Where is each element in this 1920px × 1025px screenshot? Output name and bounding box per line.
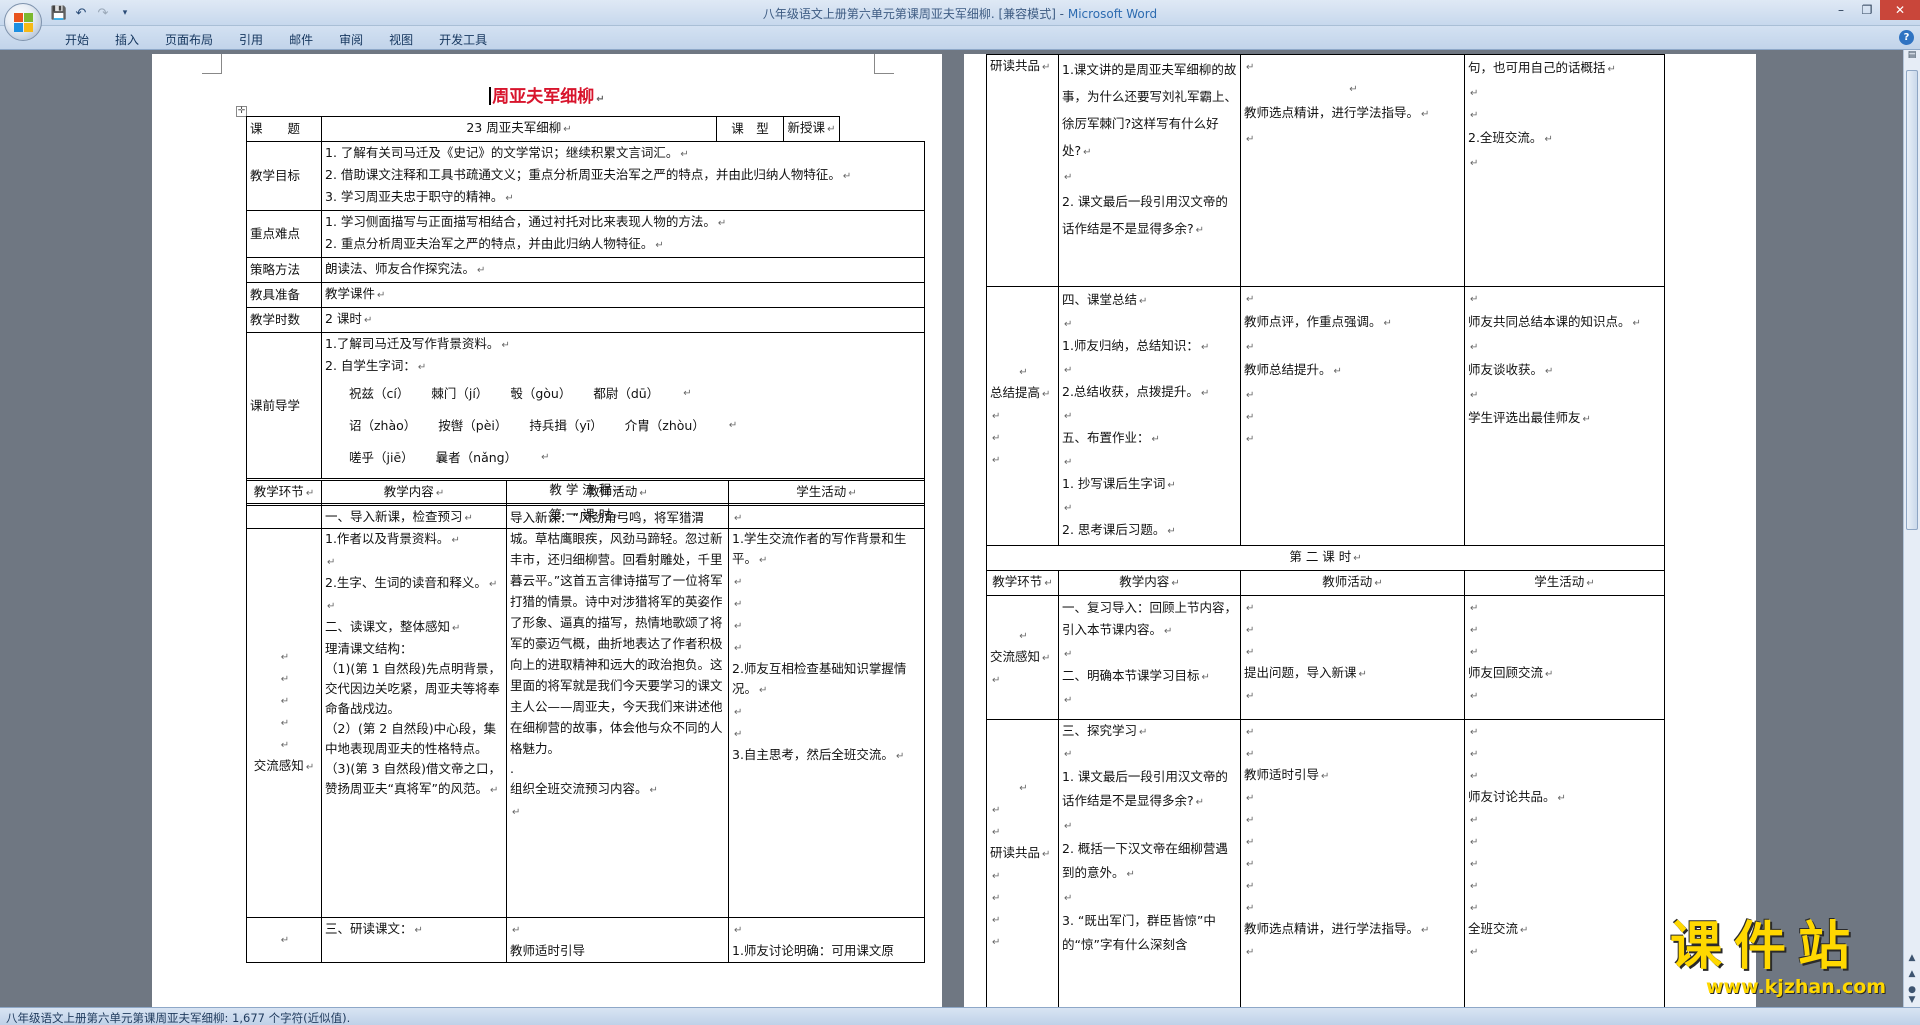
tab-insert[interactable]: 插入 bbox=[102, 29, 152, 50]
tab-review[interactable]: 审阅 bbox=[326, 29, 376, 50]
teacher-cell: ↵ ↵ 教师选点精讲，进行学法指导。 ↵ ↵ bbox=[1240, 54, 1465, 287]
content-cell: 四、课堂总结 ↵ ↵ 1.师友归纳，总结知识： ↵ ↵ 2.总结收获，点拨提升。 ↵ … bbox=[1058, 286, 1241, 546]
next-page-icon[interactable]: ▼ bbox=[1904, 994, 1920, 1006]
pre-study-label: 课前导学 bbox=[246, 332, 322, 479]
scrollbar-thumb[interactable] bbox=[1906, 70, 1918, 530]
teacher-cell: ↵ ↵ 教师适时引导 ↵ ↵ ↵ ↵ ↵ ↵ ↵ 教师选点精讲，进行学法指导。 ↵ ↵ bbox=[1240, 719, 1465, 1007]
header-content: 教学内容 ↵ bbox=[321, 480, 507, 506]
stage-cell: ↵ 交流感知 ↵ ↵ bbox=[986, 595, 1059, 720]
goal-content: 1. 了解有关司马迁及《史记》的文学常识；继续积累文言词汇。 ↵ 2. 借助课文注… bbox=[321, 141, 925, 211]
close-icon[interactable]: ✕ bbox=[1880, 0, 1920, 20]
period-2-title: 第 二 课 时 ↵ bbox=[986, 545, 1665, 571]
hours-label: 教学时数 bbox=[246, 307, 322, 333]
tab-home[interactable]: 开始 bbox=[52, 29, 102, 50]
previous-page-icon[interactable]: ▲ bbox=[1904, 966, 1920, 982]
course-value: 23 周亚夫军细柳 ↵ bbox=[321, 116, 717, 142]
stage-cell: ↵ ↵ ↵ 研读共品 ↵ ↵ ↵ ↵ ↵ bbox=[986, 719, 1059, 1007]
ribbon-tabs: 开始 插入 页面布局 引用 邮件 审阅 视图 开发工具 bbox=[52, 29, 500, 50]
title-bar: 💾 ↶ ↷ ▾ 八年级语文上册第六单元第课周亚夫军细柳. [兼容模式] - Mi… bbox=[0, 0, 1920, 41]
stage-cell: 研读共品 ↵ bbox=[986, 54, 1059, 287]
key-label: 重点难点 bbox=[246, 210, 322, 258]
watermark-url: www.kjzhan.com bbox=[1706, 976, 1887, 998]
document-workspace[interactable]: 周亚夫军细柳↵ ✛ 课 题 23 周亚夫军细柳↵ 课 型 课 型 新授课↵ 教学… bbox=[0, 50, 1900, 1007]
status-text: 八年级语文上册第六单元第课周亚夫军细柳: 1,677 个字符(近似值). bbox=[6, 1011, 351, 1025]
text-cursor bbox=[489, 87, 492, 105]
crop-mark bbox=[202, 54, 222, 74]
content-cell: 一、导入新课，检查预习 ↵ 1.作者以及背景资料。 ↵ ↵ 2.生字、生词的读音和释… bbox=[321, 505, 507, 918]
stage-cell: ↵ 总结提高 ↵ ↵ ↵ ↵ bbox=[986, 286, 1059, 546]
tool-label: 教具准备 bbox=[246, 282, 322, 308]
student-cell: 句，也可用自己的话概括 ↵ ↵ ↵ 2.全班交流。 ↵ ↵ bbox=[1464, 54, 1665, 287]
tab-mailings[interactable]: 邮件 bbox=[276, 29, 326, 50]
student-cell: ↵ 师友共同总结本课的知识点。 ↵ ↵ 师友谈收获。 ↵ ↵ 学生评选出最佳师友 ↵ bbox=[1464, 286, 1665, 546]
stage-cell: ↵ ↵ ↵ ↵ ↵ 交流感知 ↵ bbox=[246, 505, 322, 918]
method-label: 策略方法 bbox=[246, 257, 322, 283]
vertical-scrollbar[interactable]: ▤ ▲ ▲ ● ▼ bbox=[1903, 50, 1920, 1007]
header-teacher: 教师活动 ↵ bbox=[506, 480, 729, 506]
document-page-1[interactable]: 周亚夫军细柳↵ ✛ 课 题 23 周亚夫军细柳↵ 课 型 课 型 新授课↵ 教学… bbox=[152, 54, 942, 1007]
tool-value: 教学课件 ↵ bbox=[321, 282, 925, 308]
window-title: 八年级语文上册第六单元第课周亚夫军细柳. [兼容模式] - Microsoft … bbox=[0, 5, 1920, 22]
content-cell: 三、研读课文： ↵ bbox=[321, 917, 507, 963]
flow-table-period-1: 教学环节 ↵ 教学内容 ↵ 教师活动 ↵ 学生活动 ↵ ↵ ↵ ↵ ↵ ↵ 交流感知 ↵ 一、导入… bbox=[246, 480, 925, 963]
tab-view[interactable]: 视图 bbox=[376, 29, 426, 50]
document-name: 八年级语文上册第六单元第课周亚夫军细柳. [兼容模式] - bbox=[762, 7, 1068, 21]
document-title: 周亚夫军细柳 ↵ bbox=[152, 82, 942, 107]
student-cell: ↵ 1.师友讨论明确：可用课文原 bbox=[728, 917, 925, 963]
student-cell: ↵ ↵ ↵ 师友讨论共品。 ↵ ↵ ↵ ↵ ↵ ↵ 全班交流 ↵ ↵ bbox=[1464, 719, 1665, 1007]
goal-label: 教学目标 bbox=[246, 141, 322, 211]
header-student: 学生活动 ↵ bbox=[1464, 570, 1665, 596]
key-content: 1. 学习侧面描写与正面描写相结合，通过衬托对比来表现人物的方法。 ↵ 2. 重点… bbox=[321, 210, 925, 258]
content-cell: 1.课文讲的是周亚夫军细柳的故事，为什么还要写刘礼军霸上、徐厉军棘门?这样写有什… bbox=[1058, 54, 1241, 287]
minimize-icon[interactable]: – bbox=[1828, 0, 1854, 20]
document-page-2[interactable]: 研读共品 ↵ 1.课文讲的是周亚夫军细柳的故事，为什么还要写刘礼军霸上、徐厉军棘门… bbox=[964, 54, 1756, 1007]
flow-table-continued: 研读共品 ↵ 1.课文讲的是周亚夫军细柳的故事，为什么还要写刘礼军霸上、徐厉军棘门… bbox=[986, 54, 1665, 1007]
restore-icon[interactable]: ❐ bbox=[1854, 0, 1880, 20]
type-value: 新授课 ↵ bbox=[783, 116, 840, 142]
student-cell: ↵ ↵ ↵ 师友回顾交流 ↵ ↵ bbox=[1464, 595, 1665, 720]
teacher-cell: ↵ ↵ ↵ 提出问题，导入新课 ↵ ↵ bbox=[1240, 595, 1465, 720]
window-controls: – ❐ ✕ bbox=[1828, 0, 1920, 20]
app-name: Microsoft Word bbox=[1067, 7, 1158, 21]
tab-references[interactable]: 引用 bbox=[226, 29, 276, 50]
ribbon-tab-row: 开始 插入 页面布局 引用 邮件 审阅 视图 开发工具 ? bbox=[0, 26, 1920, 50]
course-label: 课 题 bbox=[246, 116, 322, 142]
lesson-info-table: 课 题 23 周亚夫军细柳↵ 课 型 课 型 新授课↵ 教学目标 1. 了解有关… bbox=[246, 116, 925, 529]
teacher-cell: ↵ 教师适时引导 bbox=[506, 917, 729, 963]
status-bar: 八年级语文上册第六单元第课周亚夫军细柳: 1,677 个字符(近似值). bbox=[0, 1007, 1920, 1025]
method-value: 朗读法、师友合作探究法。 ↵ bbox=[321, 257, 925, 283]
watermark-title: 课件站 bbox=[1670, 917, 1863, 977]
header-student: 学生活动 ↵ bbox=[728, 480, 925, 506]
stage-cell: ↵ bbox=[246, 917, 322, 963]
student-cell: ↵ 1.学生交流作者的写作背景和生平。 ↵ ↵ ↵ ↵ ↵ 2.师友互相检查基础知识掌握… bbox=[728, 505, 925, 918]
header-stage: 教学环节 ↵ bbox=[246, 480, 322, 506]
tab-developer[interactable]: 开发工具 bbox=[426, 29, 500, 50]
pinyin-row-1: 祝兹（cí） 棘门（jí） 彀（gòu） 都尉（dū） ↵ bbox=[349, 386, 692, 401]
help-icon[interactable]: ? bbox=[1899, 30, 1914, 45]
teacher-cell: ↵ 教师点评，作重点强调。 ↵ ↵ 教师总结提升。 ↵ ↵ ↵ ↵ bbox=[1240, 286, 1465, 546]
header-teacher: 教师活动 ↵ bbox=[1240, 570, 1465, 596]
type-label-cell: 课 型 bbox=[716, 116, 784, 142]
pinyin-row-3: 嗟乎（jiē） 曩者（nǎng） ↵ bbox=[349, 450, 550, 465]
header-stage: 教学环节 ↵ bbox=[986, 570, 1059, 596]
teacher-cell: 导入新课：“风劲角弓鸣，将军猎渭城。草枯鹰眼疾，风劲马蹄轻。忽过新丰市，还归细柳… bbox=[506, 505, 729, 918]
pinyin-row-2: 诏（zhào） 按辔（pèi） 持兵揖（yī） 介胄（zhòu） ↵ bbox=[349, 418, 738, 433]
header-content: 教学内容 ↵ bbox=[1058, 570, 1241, 596]
office-logo-icon bbox=[14, 13, 33, 32]
scroll-up-icon[interactable]: ▲ bbox=[1904, 950, 1920, 966]
hours-value: 2 课时 ↵ bbox=[321, 307, 925, 333]
office-button[interactable] bbox=[4, 3, 42, 41]
site-watermark: 课件站 www.kjzhan.com bbox=[1670, 918, 1900, 1010]
pre-study-content: 1.了解司马迁及写作背景资料。 ↵ 2. 自学生字词： ↵ 祝兹（cí） 棘门（jí）… bbox=[321, 332, 925, 479]
view-ruler-icon[interactable]: ▤ bbox=[1906, 50, 1918, 64]
tab-page-layout[interactable]: 页面布局 bbox=[152, 29, 226, 50]
content-cell: 一、复习导入：回顾上节内容，引入本节课内容。 ↵ ↵ 二、明确本节课学习目标 ↵ ↵ bbox=[1058, 595, 1241, 720]
content-cell: 三、探究学习 ↵ ↵ 1. 课文最后一段引用汉文帝的话作结是不是显得多余? ↵ ↵ … bbox=[1058, 719, 1241, 1007]
crop-mark bbox=[874, 54, 894, 74]
